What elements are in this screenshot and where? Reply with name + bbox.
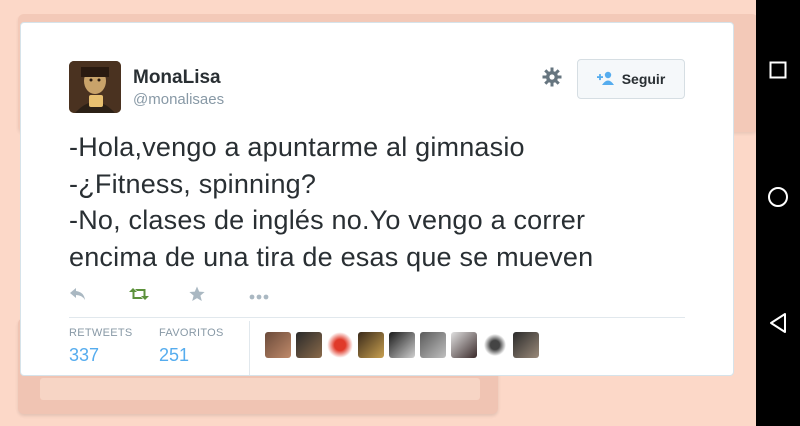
home-button[interactable] <box>756 177 800 217</box>
android-nav-bar <box>756 0 800 426</box>
star-icon[interactable] <box>189 286 249 307</box>
follow-label: Seguir <box>621 71 666 87</box>
favorites-stat[interactable]: FAVORITOS 251 <box>159 327 224 366</box>
tweet-text-line: -No, clases de inglés no.Yo vengo a corr… <box>69 205 586 235</box>
background-card-inner <box>40 378 480 400</box>
tweet-text-line: encima de una tira de esas que se mueven <box>69 241 594 272</box>
tweet-card: MonaLisa @monalisaes Seguir -Hola,vengo … <box>20 22 734 376</box>
display-name[interactable]: MonaLisa <box>133 67 221 89</box>
retweet-icon[interactable] <box>129 287 189 306</box>
recents-button[interactable] <box>756 50 800 90</box>
favoriter-avatar[interactable] <box>358 332 384 358</box>
tweet-actions <box>69 285 309 307</box>
favoriter-avatars <box>265 332 544 358</box>
favoriter-avatar[interactable] <box>420 332 446 358</box>
square-icon <box>769 61 787 79</box>
favorites-count: 251 <box>159 345 190 365</box>
retweets-count: 337 <box>69 345 100 365</box>
favoriter-avatar[interactable] <box>265 332 291 358</box>
favorites-label: FAVORITOS <box>159 327 224 339</box>
add-user-icon <box>596 71 615 88</box>
favoriter-avatar[interactable] <box>451 332 477 358</box>
stats-divider <box>69 317 685 318</box>
gear-icon[interactable] <box>541 67 563 89</box>
circle-icon <box>768 187 788 207</box>
retweets-stat[interactable]: RETWEETS 337 <box>69 327 133 366</box>
tweet-text-line: -Hola,vengo a apuntarme al gimnasio <box>69 132 525 162</box>
tweet-text: -Hola,vengo a apuntarme al gimnasio -¿Fi… <box>69 129 719 275</box>
favoriter-avatar[interactable] <box>296 332 322 358</box>
follow-button[interactable]: Seguir <box>577 59 685 99</box>
triangle-back-icon <box>770 313 786 333</box>
more-icon[interactable] <box>249 287 309 305</box>
retweets-label: RETWEETS <box>69 327 133 339</box>
stats-separator <box>249 321 250 375</box>
favoriter-avatar[interactable] <box>482 332 508 358</box>
user-handle[interactable]: @monalisaes <box>133 91 224 108</box>
favoriter-avatar[interactable] <box>327 332 353 358</box>
favoriter-avatar[interactable] <box>389 332 415 358</box>
favoriter-avatar[interactable] <box>513 332 539 358</box>
tweet-text-line: -¿Fitness, spinning? <box>69 168 317 199</box>
reply-icon[interactable] <box>69 287 129 306</box>
avatar[interactable] <box>69 61 121 113</box>
back-button[interactable] <box>756 303 800 343</box>
